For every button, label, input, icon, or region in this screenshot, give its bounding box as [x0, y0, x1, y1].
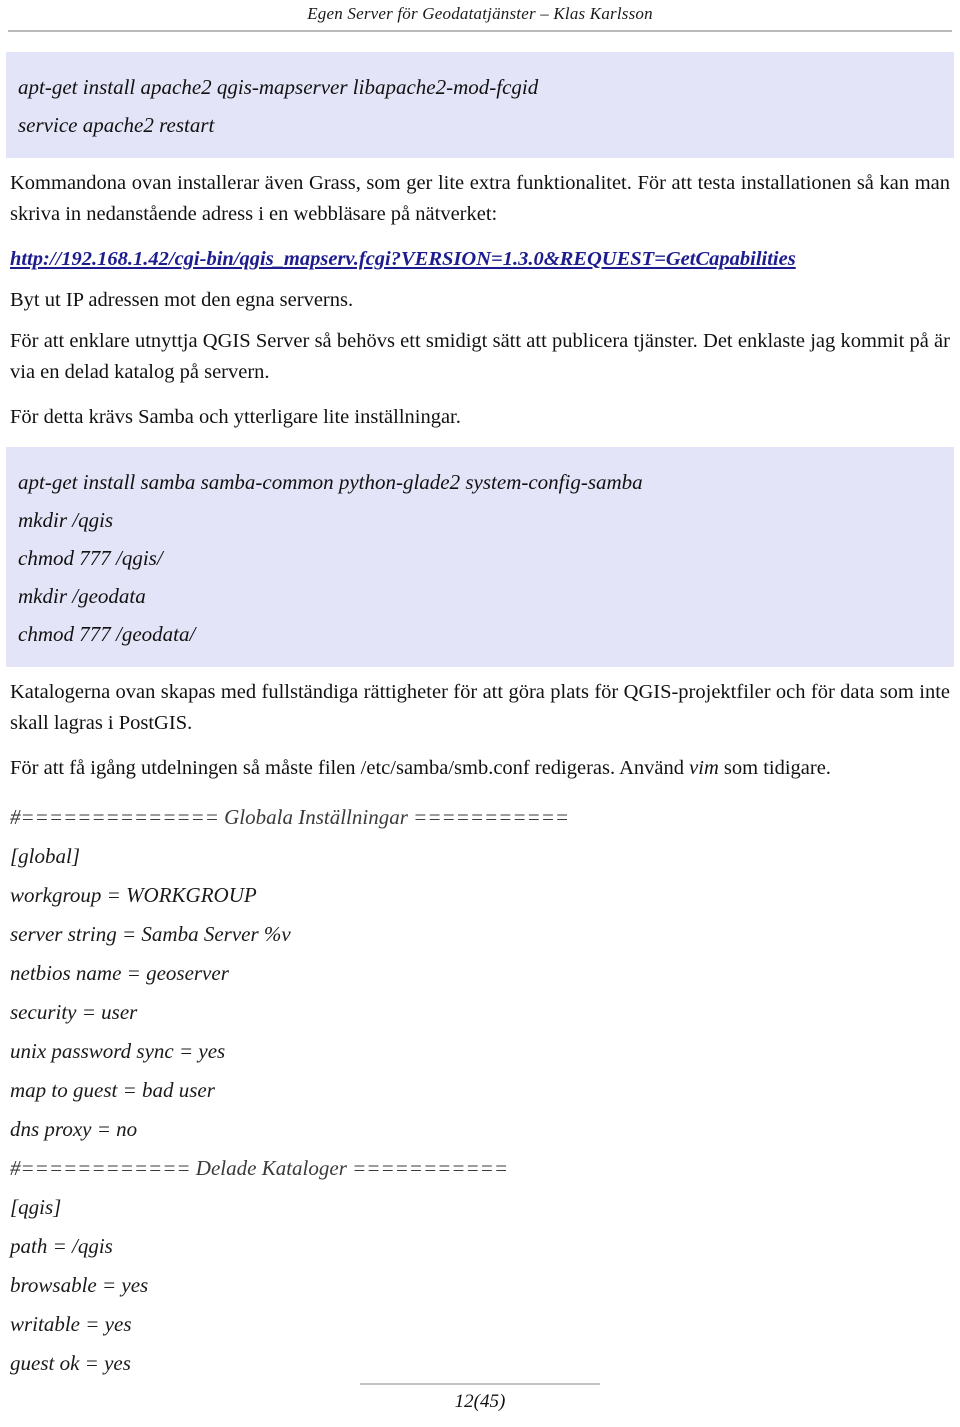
header-divider-rule	[8, 30, 952, 32]
conf-line: [global]	[10, 844, 81, 868]
code-line: apt-get install samba samba-common pytho…	[18, 470, 643, 494]
conf-line: path = /qgis	[10, 1234, 113, 1258]
running-header-title: Egen Server för Geodatatjänster – Klas K…	[307, 4, 653, 23]
code-block-samba-install: apt-get install samba samba-common pytho…	[6, 447, 954, 667]
conf-line: writable = yes	[10, 1312, 132, 1336]
paragraph-grass-intro: Kommandona ovan installerar även Grass, …	[10, 172, 950, 225]
paragraph-edit-smbconf-emphasis: vim	[689, 757, 719, 779]
url-line: http://192.168.1.42/cgi-bin/qgis_mapserv…	[10, 244, 950, 275]
paragraph-catalogs-created: Katalogerna ovan skapas med fullständiga…	[10, 681, 950, 734]
conf-line: unix password sync = yes	[10, 1039, 226, 1063]
code-line: mkdir /qgis	[18, 508, 114, 532]
code-block-apache-install: apt-get install apache2 qgis-mapserver l…	[6, 52, 954, 158]
page-number: 12(45)	[454, 1391, 506, 1412]
code-line: chmod 777 /qgis/	[18, 546, 163, 570]
conf-line: netbios name = geoserver	[10, 961, 229, 985]
code-line: mkdir /geodata	[18, 584, 146, 608]
code-line: chmod 777 /geodata/	[18, 622, 196, 646]
smb-conf-listing: #============== Globala Inställningar ==…	[10, 798, 950, 1383]
paragraph-swap-ip: Byt ut IP adressen mot den egna serverns…	[10, 289, 354, 311]
paragraph-edit-smbconf-part1: För att få igång utdelningen så måste fi…	[10, 757, 690, 779]
conf-line: map to guest = bad user	[10, 1078, 215, 1102]
conf-line: browsable = yes	[10, 1273, 149, 1297]
capabilities-url-link[interactable]: http://192.168.1.42/cgi-bin/qgis_mapserv…	[10, 248, 796, 270]
conf-line: server string = Samba Server %v	[10, 922, 291, 946]
page-content: apt-get install apache2 qgis-mapserver l…	[0, 44, 960, 1383]
paragraph-qgis-server-share: För att enklare utnyttja QGIS Server så …	[10, 330, 950, 383]
code-line: service apache2 restart	[18, 113, 215, 137]
paragraph-edit-smbconf-part2: som tidigare.	[718, 757, 831, 779]
footer-divider-rule	[360, 1383, 600, 1385]
paragraph-samba-needed: För detta krävs Samba och ytterligare li…	[10, 406, 461, 428]
conf-line: security = user	[10, 1000, 138, 1024]
conf-line: workgroup = WORKGROUP	[10, 883, 257, 907]
conf-line: dns proxy = no	[10, 1117, 138, 1141]
conf-line-section-divider: #============== Globala Inställningar ==…	[10, 805, 570, 829]
conf-line: [qgis]	[10, 1195, 62, 1219]
page-footer: 12(45)	[0, 1375, 960, 1427]
code-line: apt-get install apache2 qgis-mapserver l…	[18, 75, 539, 99]
paragraph-edit-smbconf: För att få igång utdelningen så måste fi…	[10, 753, 950, 784]
page-header: Egen Server för Geodatatjänster – Klas K…	[0, 0, 960, 32]
conf-line-section-divider: #============ Delade Kataloger =========…	[10, 1156, 508, 1180]
